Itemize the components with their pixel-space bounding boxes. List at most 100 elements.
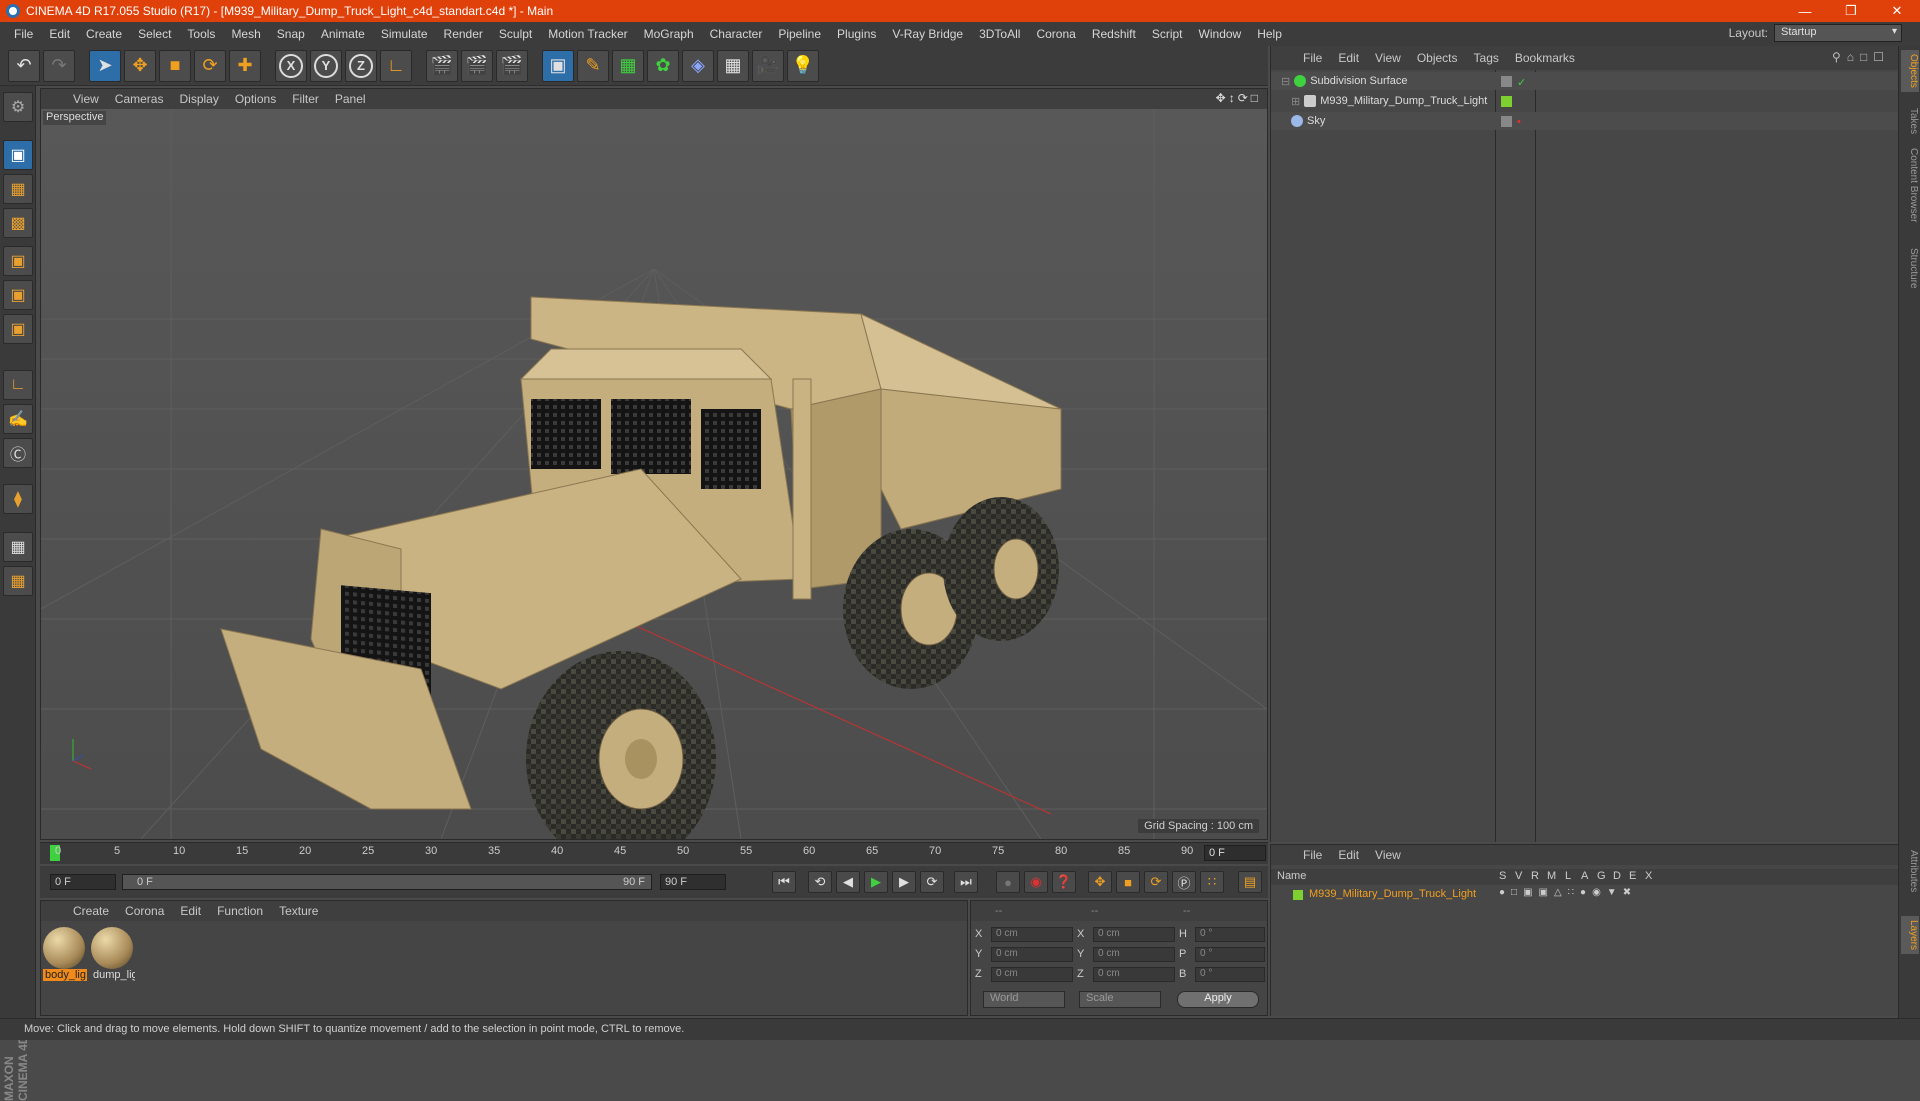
tweak-mode-icon[interactable]: ✍ bbox=[3, 404, 33, 434]
next-frame-icon[interactable]: ▶ bbox=[892, 871, 916, 893]
object-menu-tags[interactable]: Tags bbox=[1466, 51, 1507, 65]
undo-icon[interactable]: ↶ bbox=[8, 49, 40, 82]
model-mode-icon[interactable]: ▣ bbox=[3, 140, 33, 170]
menu-render[interactable]: Render bbox=[436, 27, 491, 41]
planar-workplane-icon[interactable]: ▦ bbox=[3, 566, 33, 596]
perspective-viewport[interactable]: View Cameras Display Options Filter Pane… bbox=[40, 88, 1268, 840]
tab-structure[interactable]: Structure bbox=[1901, 244, 1919, 293]
subdivision-surface-icon[interactable]: ▦ bbox=[612, 49, 644, 82]
redo-icon[interactable]: ↷ bbox=[43, 49, 75, 82]
pen-spline-icon[interactable]: ✎ bbox=[577, 49, 609, 82]
menu-plugins[interactable]: Plugins bbox=[829, 27, 884, 41]
y-axis-lock-icon[interactable]: Y bbox=[310, 49, 342, 82]
size-x-field[interactable]: 0 cm bbox=[1093, 926, 1175, 942]
object-row[interactable]: ⊟ Subdivision Surface ✓ bbox=[1271, 72, 1899, 90]
layout-select[interactable]: Startup bbox=[1774, 24, 1902, 42]
collapse-icon[interactable]: ⊟ bbox=[1281, 75, 1290, 88]
viewport-menu-display[interactable]: Display bbox=[171, 92, 226, 106]
layer-menu-edit[interactable]: Edit bbox=[1330, 848, 1367, 862]
viewport-menu-filter[interactable]: Filter bbox=[284, 92, 327, 106]
menu-file[interactable]: File bbox=[6, 27, 41, 41]
menu-select[interactable]: Select bbox=[130, 27, 179, 41]
timeline-window-icon[interactable]: ▤ bbox=[1238, 871, 1262, 893]
record-keys-disabled-icon[interactable]: ● bbox=[996, 871, 1020, 893]
render-settings-icon[interactable]: 🎬 bbox=[496, 49, 528, 82]
object-menu-file[interactable]: File bbox=[1295, 51, 1330, 65]
menu-vray-bridge[interactable]: V-Ray Bridge bbox=[884, 27, 971, 41]
solo-mode-icon[interactable]: Ⓒ bbox=[3, 438, 33, 468]
disabled-dot-icon[interactable]: • bbox=[1517, 116, 1528, 128]
material-menu-function[interactable]: Function bbox=[209, 904, 271, 918]
z-axis-lock-icon[interactable]: Z bbox=[345, 49, 377, 82]
workplane-mode-icon[interactable]: ▩ bbox=[3, 208, 33, 238]
key-pla-icon[interactable]: ∷ bbox=[1200, 871, 1224, 893]
editor-visibility-icon[interactable] bbox=[1501, 75, 1512, 87]
transform-tool-icon[interactable]: ✚ bbox=[229, 49, 261, 82]
menu-corona[interactable]: Corona bbox=[1028, 27, 1083, 41]
key-parameter-icon[interactable]: Ⓟ bbox=[1172, 871, 1196, 893]
size-z-field[interactable]: 0 cm bbox=[1093, 966, 1175, 982]
menu-mograph[interactable]: MoGraph bbox=[636, 27, 702, 41]
viewport-camera-label[interactable]: Perspective bbox=[43, 111, 107, 125]
rotation-h-field[interactable]: 0 ° bbox=[1195, 926, 1265, 942]
enabled-check-icon[interactable]: ✓ bbox=[1517, 76, 1528, 89]
menu-motion-tracker[interactable]: Motion Tracker bbox=[540, 27, 635, 41]
material-menu-edit[interactable]: Edit bbox=[172, 904, 209, 918]
layer-menu-file[interactable]: File bbox=[1295, 848, 1330, 862]
key-position-icon[interactable]: ✥ bbox=[1088, 871, 1112, 893]
scale-tool-icon[interactable]: ■ bbox=[159, 49, 191, 82]
apply-button[interactable]: Apply bbox=[1177, 991, 1259, 1008]
menu-animate[interactable]: Animate bbox=[313, 27, 373, 41]
light-object-icon[interactable]: 💡 bbox=[787, 49, 819, 82]
menu-tools[interactable]: Tools bbox=[179, 27, 223, 41]
menu-simulate[interactable]: Simulate bbox=[373, 27, 436, 41]
viewport-menu-options[interactable]: Options bbox=[227, 92, 284, 106]
object-menu-objects[interactable]: Objects bbox=[1409, 51, 1466, 65]
points-mode-icon[interactable]: ▣ bbox=[3, 246, 33, 276]
menu-help[interactable]: Help bbox=[1249, 27, 1290, 41]
record-active-objects-icon[interactable]: ◉ bbox=[1024, 871, 1048, 893]
menu-pipeline[interactable]: Pipeline bbox=[770, 27, 829, 41]
expand-icon[interactable]: ⊞ bbox=[1291, 95, 1300, 108]
cube-object-icon[interactable]: ▣ bbox=[542, 49, 574, 82]
menu-script[interactable]: Script bbox=[1144, 27, 1191, 41]
move-tool-icon[interactable]: ✥ bbox=[124, 49, 156, 82]
make-editable-icon[interactable]: ⚙ bbox=[3, 92, 33, 122]
end-frame-field[interactable]: 90 F bbox=[660, 874, 726, 890]
rotate-tool-icon[interactable]: ⟳ bbox=[194, 49, 226, 82]
tab-attributes[interactable]: Attributes bbox=[1901, 846, 1919, 896]
position-x-field[interactable]: 0 cm bbox=[991, 926, 1073, 942]
x-axis-lock-icon[interactable]: X bbox=[275, 49, 307, 82]
go-to-start-icon[interactable]: ⏮ bbox=[772, 871, 796, 893]
position-z-field[interactable]: 0 cm bbox=[991, 966, 1073, 982]
floor-object-icon[interactable]: ▦ bbox=[717, 49, 749, 82]
close-icon[interactable]: ✕ bbox=[1874, 0, 1920, 22]
size-y-field[interactable]: 0 cm bbox=[1093, 946, 1175, 962]
next-key-icon[interactable]: ⟳ bbox=[920, 871, 944, 893]
render-view-icon[interactable]: 🎬 bbox=[426, 49, 458, 82]
object-row[interactable]: ⊞ M939_Military_Dump_Truck_Light bbox=[1271, 92, 1899, 110]
viewport-navigation-icons[interactable]: ✥↕⟳□ bbox=[1216, 91, 1261, 105]
menu-3dtoall[interactable]: 3DToAll bbox=[971, 27, 1028, 41]
layer-color-icon[interactable] bbox=[1501, 95, 1512, 107]
layer-toggle-icons[interactable]: ●□▣▣△∷●◉▼✖ bbox=[1499, 887, 1637, 898]
tab-layers[interactable]: Layers bbox=[1901, 916, 1919, 955]
coordinate-system-icon[interactable]: ∟ bbox=[380, 49, 412, 82]
material-swatch[interactable]: body_lig bbox=[43, 927, 87, 985]
layer-row[interactable]: M939_Military_Dump_Truck_Light ●□▣▣△∷●◉▼… bbox=[1271, 887, 1899, 903]
locked-workplane-icon[interactable]: ▦ bbox=[3, 532, 33, 562]
current-frame-field[interactable]: 0 F bbox=[1204, 845, 1266, 861]
previous-frame-icon[interactable]: ◀ bbox=[836, 871, 860, 893]
autokeying-icon[interactable]: ❓ bbox=[1052, 871, 1076, 893]
object-menu-bookmarks[interactable]: Bookmarks bbox=[1507, 51, 1583, 65]
key-rotation-icon[interactable]: ⟳ bbox=[1144, 871, 1168, 893]
editor-visibility-icon[interactable] bbox=[1501, 115, 1512, 127]
render-picture-viewer-icon[interactable]: 🎬 bbox=[461, 49, 493, 82]
object-manager-search-icons[interactable]: ⚲⌂□☐ bbox=[1832, 50, 1890, 64]
previous-key-icon[interactable]: ⟲ bbox=[808, 871, 832, 893]
object-menu-edit[interactable]: Edit bbox=[1330, 51, 1367, 65]
restore-icon[interactable]: ❐ bbox=[1828, 0, 1874, 22]
go-to-end-icon[interactable]: ⏭ bbox=[954, 871, 978, 893]
layer-color-swatch[interactable] bbox=[1293, 890, 1303, 900]
menu-character[interactable]: Character bbox=[702, 27, 771, 41]
